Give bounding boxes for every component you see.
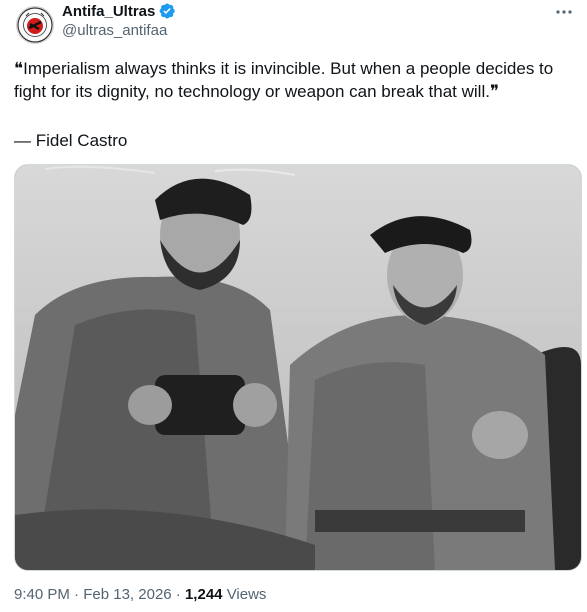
tweet-text: ❝Imperialism always thinks it is invinci… — [14, 59, 554, 101]
author-handle[interactable]: @ultras_antifaa — [62, 22, 176, 39]
author-block: Antifa_Ultras @ultras_antifaa — [62, 1, 176, 39]
views-count: 1,244 — [184, 586, 223, 603]
quote-attribution: — Fidel Castro — [14, 131, 128, 150]
author-avatar[interactable] — [16, 6, 54, 44]
more-horizontal-icon — [556, 10, 572, 14]
author-display-name[interactable]: Antifa_Ultras — [62, 3, 155, 20]
tweet-date[interactable]: Feb 13, 2026 — [83, 586, 171, 603]
views-label: Views — [226, 586, 267, 603]
name-row: Antifa_Ultras — [62, 1, 176, 21]
tweet-media-photo[interactable] — [14, 164, 582, 571]
tweet-time[interactable]: 9:40 PM — [14, 586, 70, 603]
tweet-meta: 9:40 PM · Feb 13, 2026 · 1,244 Views — [14, 586, 266, 603]
more-options-button[interactable] — [551, 2, 577, 22]
verified-badge-icon — [159, 3, 176, 19]
photo-image — [15, 165, 581, 570]
meta-separator: · — [74, 586, 80, 603]
antifa-logo-icon — [17, 7, 53, 43]
meta-separator: · — [175, 586, 181, 603]
tweet-header: Antifa_Ultras @ultras_antifaa — [16, 0, 577, 48]
